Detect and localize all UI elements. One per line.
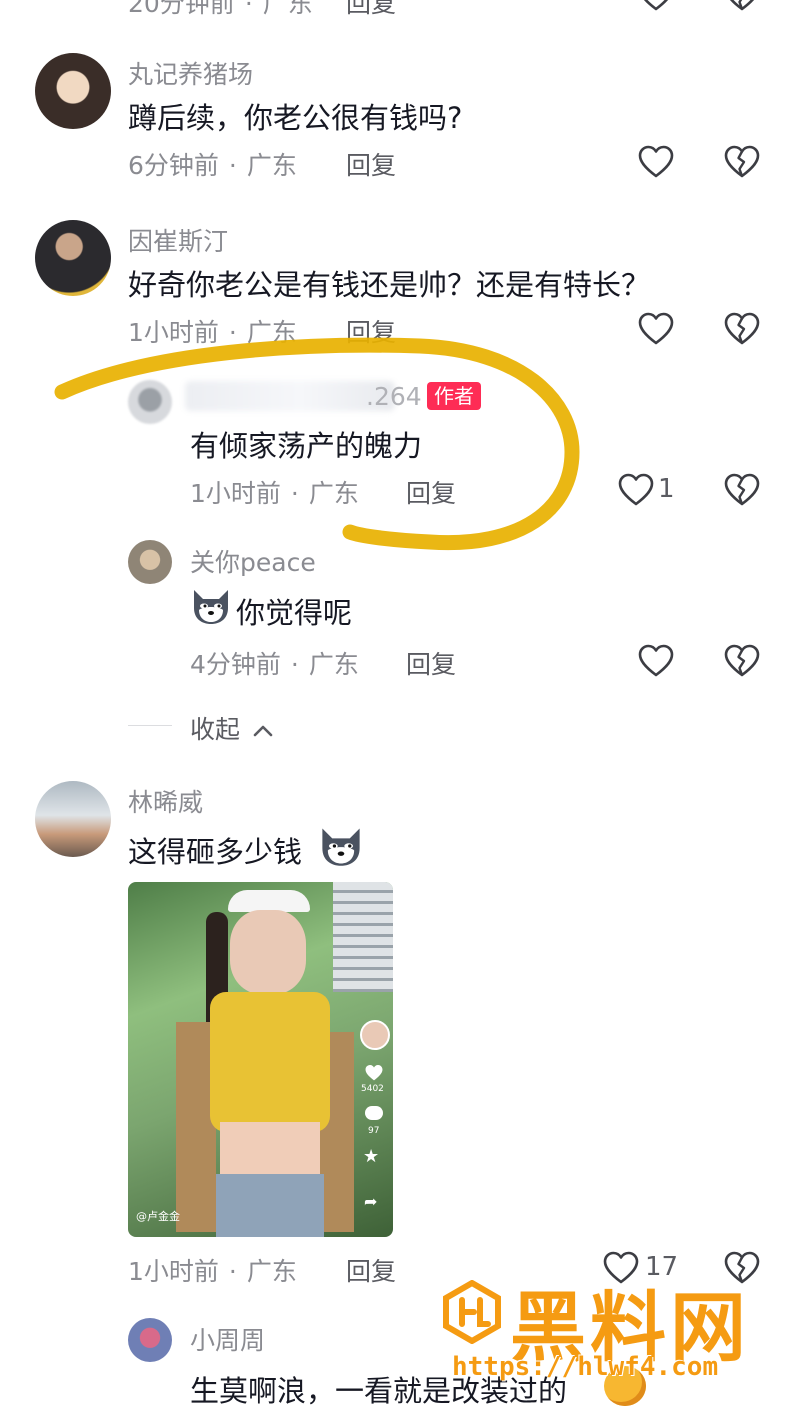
collapse-button[interactable]: 收起: [190, 710, 274, 746]
wolf-emoji-icon: [318, 824, 364, 868]
watermark-logo-icon: [440, 1279, 504, 1345]
avatar[interactable]: [35, 781, 111, 857]
comment-text: 你觉得呢: [236, 596, 353, 630]
comment-username[interactable]: 关你peace: [190, 543, 316, 579]
video-star-icon: ★: [363, 1146, 380, 1167]
video-share-icon: ➦: [364, 1192, 378, 1211]
video-username: @卢金金: [136, 1210, 180, 1223]
video-stat-likes: 5402: [361, 1084, 384, 1094]
video-like-icon: [365, 1065, 383, 1081]
chevron-up-icon: [253, 725, 273, 737]
person-silhouette: [176, 882, 354, 1237]
comment-username[interactable]: 林晞威: [128, 783, 203, 819]
watermark-url: https://hlwf4.com: [452, 1352, 719, 1382]
reply-button[interactable]: 回复: [406, 645, 456, 681]
video-side-avatar: [360, 1020, 390, 1050]
building: [333, 882, 393, 992]
comment-meta: 4分钟前 · 广东: [190, 650, 359, 679]
dislike-broken-heart-icon[interactable]: [724, 644, 760, 678]
video-stat-comments: 97: [368, 1126, 380, 1136]
avatar[interactable]: [128, 540, 172, 584]
comment-text: 这得砸多少钱: [128, 835, 303, 869]
avatar[interactable]: [128, 1318, 172, 1362]
highlight-annotation: [54, 337, 580, 551]
video-comment-icon: [365, 1106, 383, 1120]
comment-meta: 1小时前 · 广东: [128, 1257, 297, 1286]
heart-icon[interactable]: [638, 644, 674, 678]
comment-username[interactable]: 小周周: [190, 1321, 265, 1357]
wolf-emoji-icon: [190, 586, 232, 626]
reply-button[interactable]: 回复: [346, 1252, 396, 1288]
embedded-video-image[interactable]: 5402 97 ★ ➦ @卢金金: [128, 882, 393, 1237]
collapse-divider: [128, 725, 172, 726]
